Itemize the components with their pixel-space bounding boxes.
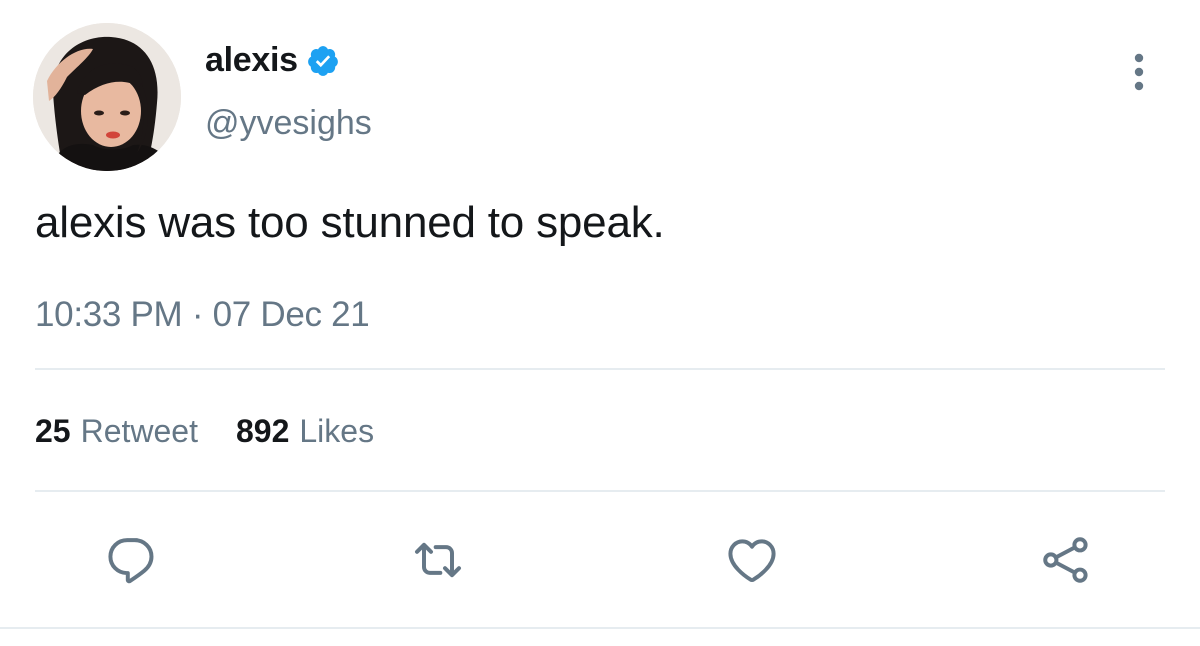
user-name-row: alexis xyxy=(205,38,340,82)
retweet-stat[interactable]: 25 Retweet xyxy=(35,413,198,450)
tweet-text: alexis was too stunned to speak. xyxy=(35,198,665,247)
verified-badge-icon xyxy=(306,44,340,78)
divider xyxy=(35,368,1165,370)
likes-count: 892 xyxy=(235,413,290,449)
engagement-stats: 25 Retweet 892 Likes xyxy=(35,413,374,450)
likes-stat[interactable]: 892 Likes xyxy=(236,413,374,450)
avatar[interactable] xyxy=(33,23,181,171)
display-name[interactable]: alexis xyxy=(205,41,298,80)
heart-icon[interactable] xyxy=(724,532,780,588)
reply-icon[interactable] xyxy=(104,532,160,588)
retweet-icon[interactable] xyxy=(410,532,466,588)
tweet-timestamp[interactable]: 10:33 PM · 07 Dec 21 xyxy=(35,295,370,335)
user-handle[interactable]: @yvesighs xyxy=(205,104,372,143)
share-icon[interactable] xyxy=(1038,532,1094,588)
likes-label: Likes xyxy=(299,413,375,449)
retweet-count: 25 xyxy=(35,413,71,449)
more-vertical-icon[interactable] xyxy=(1124,52,1154,92)
avatar-image xyxy=(33,23,181,171)
retweet-label: Retweet xyxy=(80,413,198,449)
tweet-card: alexis @yvesighs alexis was too stunned … xyxy=(0,0,1200,646)
divider xyxy=(0,627,1200,629)
divider xyxy=(35,490,1165,492)
